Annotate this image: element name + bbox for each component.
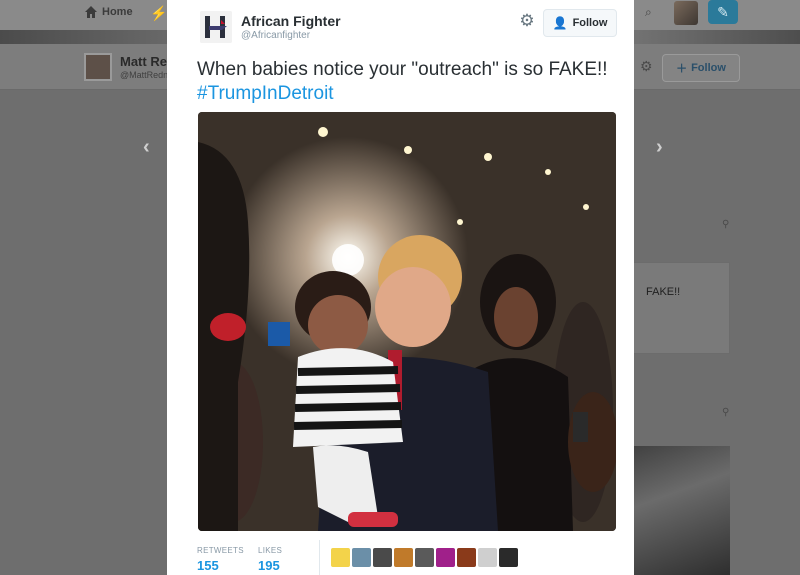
liker-avatar[interactable] [373,548,392,567]
liker-avatar[interactable] [331,548,350,567]
profile-handle: @MattRedn [120,70,169,80]
liker-avatar[interactable] [478,548,497,567]
retweets-label: RETWEETS [197,546,244,555]
add-user-icon: ＋ [676,63,688,75]
profile-avatar[interactable] [84,53,112,81]
tweet-options-gear-icon[interactable]: ⚙ [518,12,536,30]
liker-avatar[interactable] [436,548,455,567]
add-user-icon: 👤 [552,16,568,30]
profile-name[interactable]: Matt Re [120,54,167,69]
tweet-body: When babies notice your "outreach" is so… [197,59,608,80]
tweet-photo[interactable] [198,112,616,531]
likes-stat[interactable]: LIKES 195 [258,546,282,573]
author-handle[interactable]: @Africanfighter [241,30,310,41]
next-arrow-icon[interactable]: › [656,136,663,159]
likes-count: 195 [258,558,280,573]
settings-gear-icon[interactable]: ⚙ [640,58,653,75]
liker-avatar[interactable] [352,548,371,567]
follow-label: Follow [572,17,608,29]
author-avatar[interactable] [200,11,232,43]
hashtag-link[interactable]: #TrumpInDetroit [197,83,334,104]
background-tweet-text: FAKE!! [646,286,681,298]
tweet-modal: African Fighter @Africanfighter ⚙ 👤 Foll… [167,0,634,575]
compose-tweet-button[interactable]: ✎ [708,0,738,24]
liker-avatars [331,548,518,567]
home-label: Home [102,6,133,18]
photo-illustration [198,112,616,531]
home-icon [85,6,97,18]
likes-label: LIKES [258,546,283,555]
liker-avatar[interactable] [415,548,434,567]
search-icon[interactable]: ⌕ [645,5,652,20]
tweet-text: When babies notice your "outreach" is so… [197,58,617,106]
retweets-count: 155 [197,558,219,573]
follow-label: Follow [691,62,726,74]
previous-arrow-icon[interactable]: ‹ [143,136,150,159]
retweets-stat[interactable]: RETWEETS 155 [197,546,244,573]
liker-avatar[interactable] [394,548,413,567]
notifications-bolt-icon[interactable]: ⚡ [150,5,167,22]
background-follow-button[interactable]: ＋ Follow [662,54,740,82]
author-name[interactable]: African Fighter [241,13,341,29]
user-avatar[interactable] [674,1,698,25]
location-pin-icon: ⚲ [722,219,730,230]
stats-divider [319,540,320,575]
liker-avatar[interactable] [499,548,518,567]
liker-avatar[interactable] [457,548,476,567]
home-nav-link[interactable]: Home [84,5,133,19]
follow-button[interactable]: 👤 Follow [543,9,617,37]
location-pin-icon: ⚲ [722,407,730,418]
